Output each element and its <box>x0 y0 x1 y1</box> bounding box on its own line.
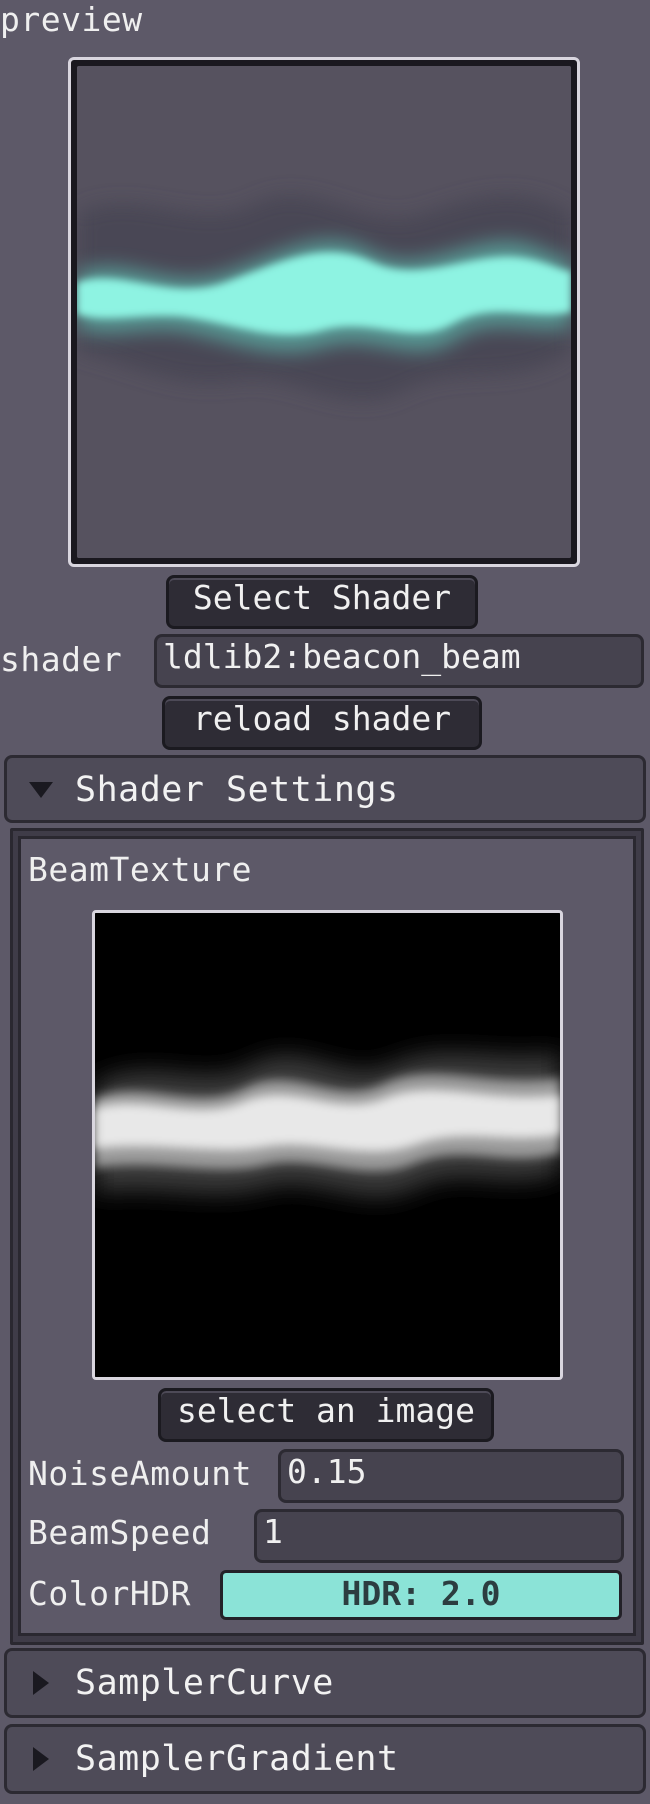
triangle-right-icon <box>33 1747 49 1771</box>
shader-field[interactable]: ldlib2:beacon_beam <box>154 634 644 688</box>
sampler-gradient-header[interactable]: SamplerGradient <box>4 1724 646 1794</box>
sampler-gradient-title: SamplerGradient <box>75 1739 399 1779</box>
select-shader-button[interactable]: Select Shader <box>166 575 478 629</box>
preview-label: preview <box>0 0 143 39</box>
color-hdr-label: ColorHDR <box>28 1574 191 1613</box>
noise-amount-label: NoiseAmount <box>28 1454 253 1493</box>
reload-shader-button[interactable]: reload shader <box>162 696 482 750</box>
beam-texture-graphic <box>95 913 560 1377</box>
shader-settings-header[interactable]: Shader Settings <box>4 755 646 823</box>
beam-speed-field[interactable]: 1 <box>254 1509 624 1563</box>
beam-texture-image[interactable] <box>92 910 563 1380</box>
sampler-curve-header[interactable]: SamplerCurve <box>4 1648 646 1718</box>
beam-speed-label: BeamSpeed <box>28 1513 212 1552</box>
triangle-right-icon <box>33 1671 49 1695</box>
select-image-button[interactable]: select an image <box>158 1388 494 1442</box>
beam-texture-label: BeamTexture <box>28 850 253 889</box>
sampler-curve-title: SamplerCurve <box>75 1663 334 1703</box>
shader-label: shader <box>0 640 123 679</box>
shader-settings-title: Shader Settings <box>75 770 399 810</box>
triangle-down-icon <box>29 782 53 798</box>
beam-preview-image <box>77 66 571 558</box>
noise-amount-field[interactable]: 0.15 <box>278 1449 624 1503</box>
color-hdr-button[interactable]: HDR: 2.0 <box>220 1570 622 1620</box>
shader-inspector-panel: preview Select Shader shader ldlib2:beac… <box>0 0 650 1804</box>
shader-preview <box>68 57 580 567</box>
